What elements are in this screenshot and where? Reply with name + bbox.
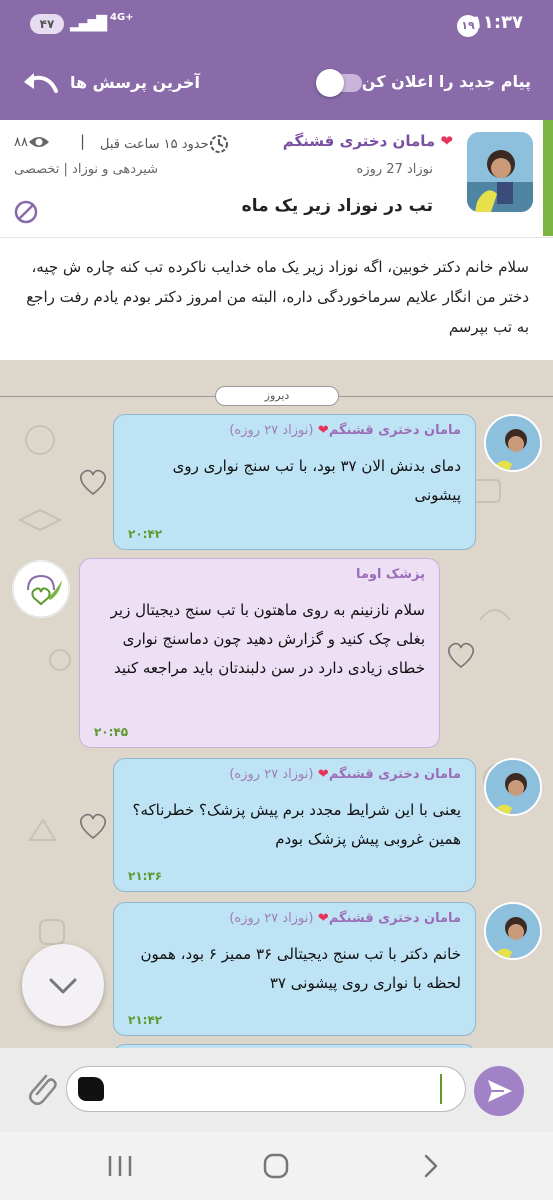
toggle-knob	[316, 69, 344, 97]
message-sender: مامان دختری قشنگم❤ (نوزاد ۲۷ روزه)	[229, 911, 461, 926]
chat-message[interactable]: مامان دختری قشنگم❤ (نوزاد ۲۷ روزه) خانم …	[113, 902, 476, 1036]
recent-apps-icon[interactable]	[100, 1150, 140, 1182]
heart-icon: ❤	[317, 911, 329, 926]
chat-message[interactable]: مامان دختری قشنگم❤ (نوزاد ۲۷ روزه) یعنی …	[113, 758, 476, 892]
block-icon[interactable]	[14, 200, 38, 224]
accent-strip	[543, 120, 553, 236]
chat-message[interactable]: مامان دختری قشنگم❤ (نوزاد ۲۷ روزه) دمای …	[113, 414, 476, 550]
message-composer	[0, 1048, 553, 1132]
clock: ۱۱:۳۷	[471, 12, 523, 33]
message-text: یعنی با این شرایط مجدد برم پیش پزشک؟ خطر…	[132, 801, 462, 848]
back-icon[interactable]	[412, 1150, 452, 1182]
back-arrow-icon	[24, 73, 58, 93]
chat-message[interactable]: پزشک اوما سلام نازنینم به روی ماهتون با …	[79, 558, 440, 748]
system-navigation-bar	[0, 1132, 553, 1200]
view-count: ۸۸	[14, 134, 54, 150]
message-text: دمای بدنش الان ۳۷ بود، با تب سنج نواری ر…	[172, 457, 461, 504]
network-type-label: 4G+	[110, 12, 134, 23]
recent-questions-label: آخرین پرسش ها	[70, 72, 200, 92]
chat-area[interactable]: دیروز مامان دختری قشنگم❤ (نوزاد ۲۷ روزه)…	[0, 360, 553, 1048]
notification-count-badge: ۱۹	[457, 15, 479, 37]
baby-age: نوزاد 27 روزه	[356, 162, 433, 177]
question-body: سلام خانم دکتر خوبین، اگه نوزاد زیر یک م…	[0, 238, 553, 360]
message-input[interactable]	[66, 1066, 466, 1112]
status-bar: ۱۱:۳۷ ۱۹ ۴۷ ▂▄▆█ 4G+	[0, 0, 553, 44]
send-icon	[488, 1080, 512, 1102]
date-label: دیروز	[215, 386, 339, 406]
battery-indicator: ۴۷	[30, 14, 64, 34]
user-avatar[interactable]	[484, 414, 542, 472]
message-sender: مامان دختری قشنگم❤ (نوزاد ۲۷ روزه)	[229, 767, 461, 782]
doctor-avatar[interactable]	[12, 560, 70, 618]
message-sender: پزشک اوما	[355, 567, 425, 582]
signal-icon: ▂▄▆█	[70, 16, 107, 32]
message-time: ۲۰:۴۲	[128, 527, 163, 541]
message-time: ۲۰:۴۵	[94, 725, 129, 739]
question-title: تب در نوزاد زیر یک ماه	[241, 196, 433, 216]
question-category: شیردهی و نوزاد | تخصصی	[14, 162, 159, 177]
message-time: ۲۱:۳۶	[128, 869, 163, 883]
message-text: خانم دکتر با تب سنج دیجیتالی ۳۶ ممیز ۶ ب…	[140, 945, 461, 992]
notify-toggle[interactable]	[316, 68, 364, 97]
user-avatar[interactable]	[484, 902, 542, 960]
chevron-down-icon	[49, 978, 77, 994]
user-avatar[interactable]	[484, 758, 542, 816]
time-ago: حدود ۱۵ ساعت قبل	[100, 134, 233, 154]
author-avatar[interactable]	[467, 132, 533, 212]
scroll-down-button[interactable]	[22, 944, 104, 1026]
send-button[interactable]	[474, 1066, 524, 1116]
home-icon[interactable]	[256, 1150, 296, 1182]
message-time: ۲۱:۴۲	[128, 1013, 163, 1027]
recent-questions-button[interactable]: آخرین پرسش ها	[20, 64, 200, 100]
clock-icon	[209, 135, 228, 153]
message-text: سلام نازنینم به روی ماهتون با تب سنج دیج…	[110, 601, 425, 677]
like-heart-icon[interactable]	[78, 812, 108, 840]
top-toolbar: پیام جدید را اعلان کن آخرین پرسش ها	[0, 44, 553, 120]
separator: |	[80, 132, 86, 150]
eye-icon	[28, 137, 49, 147]
paperclip-icon[interactable]	[24, 1068, 58, 1108]
question-author[interactable]: مامان دختری قشنگم ❤	[283, 132, 453, 150]
question-header-card: مامان دختری قشنگم ❤ حدود ۱۵ ساعت قبل | ۸…	[0, 120, 553, 238]
notify-new-message-label: پیام جدید را اعلان کن	[361, 72, 531, 91]
message-sender: مامان دختری قشنگم❤ (نوزاد ۲۷ روزه)	[229, 423, 461, 438]
like-heart-icon[interactable]	[78, 468, 108, 496]
heart-icon: ❤	[440, 132, 453, 150]
heart-icon: ❤	[317, 423, 329, 438]
like-heart-icon[interactable]	[446, 641, 476, 669]
heart-icon: ❤	[317, 767, 329, 782]
